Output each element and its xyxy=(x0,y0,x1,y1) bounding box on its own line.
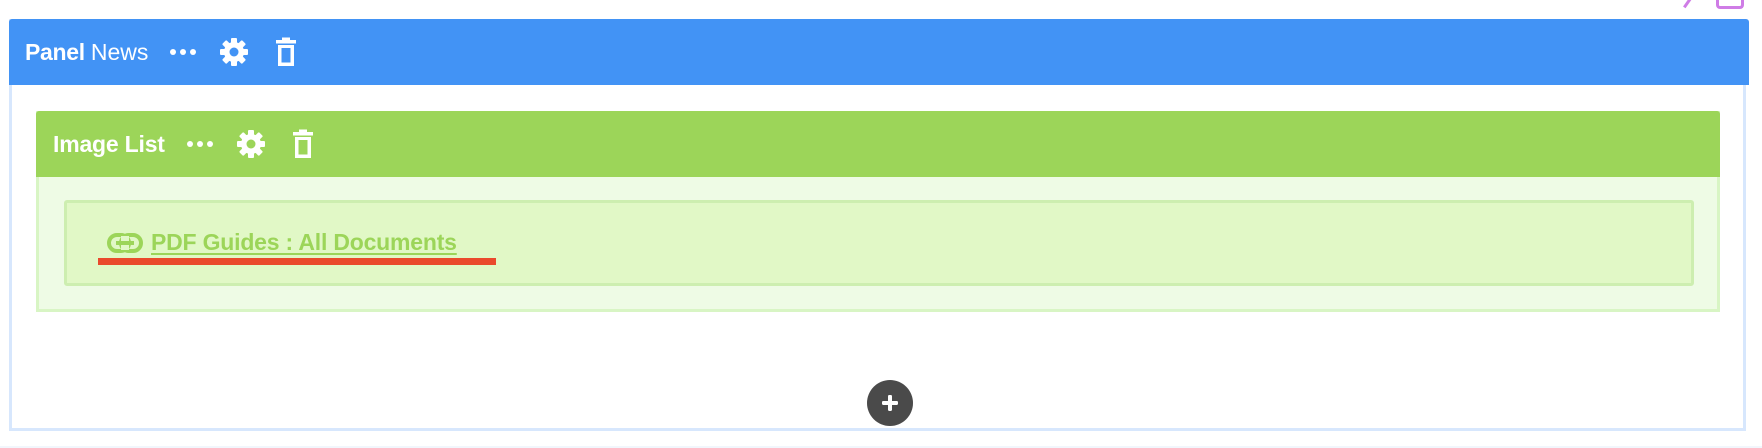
block-header: Image List xyxy=(36,111,1720,177)
pdf-guides-link[interactable]: PDF Guides : All Documents xyxy=(107,229,457,256)
block-title: Image List xyxy=(53,130,165,157)
copy-icon[interactable] xyxy=(1716,0,1744,9)
panel-type-label: Panel xyxy=(25,38,85,65)
trash-icon[interactable] xyxy=(287,128,319,160)
link-icon xyxy=(107,232,143,253)
more-dots-icon[interactable] xyxy=(168,45,198,59)
panel-header: Panel News xyxy=(9,19,1749,85)
gear-icon[interactable] xyxy=(218,36,250,68)
panel-name-label: News xyxy=(90,38,149,65)
add-block-button[interactable] xyxy=(867,380,913,426)
plus-icon xyxy=(882,395,898,411)
gear-icon[interactable] xyxy=(235,128,267,160)
highlight-underline xyxy=(98,258,496,265)
panel-toolbar xyxy=(168,36,302,68)
pin-icon[interactable] xyxy=(1670,0,1692,9)
trash-icon[interactable] xyxy=(270,36,302,68)
image-list-block: Image List PDF Guides: All Documents xyxy=(36,111,1720,312)
more-dots-icon[interactable] xyxy=(185,137,215,151)
news-panel: Panel News Image List PDF Guides: All D… xyxy=(9,19,1749,431)
block-toolbar xyxy=(185,128,319,160)
list-item: PDF Guides : All Documents xyxy=(64,200,1694,286)
corner-toolbar xyxy=(1670,0,1744,9)
link-label[interactable]: PDF Guides : All Documents xyxy=(151,229,457,256)
